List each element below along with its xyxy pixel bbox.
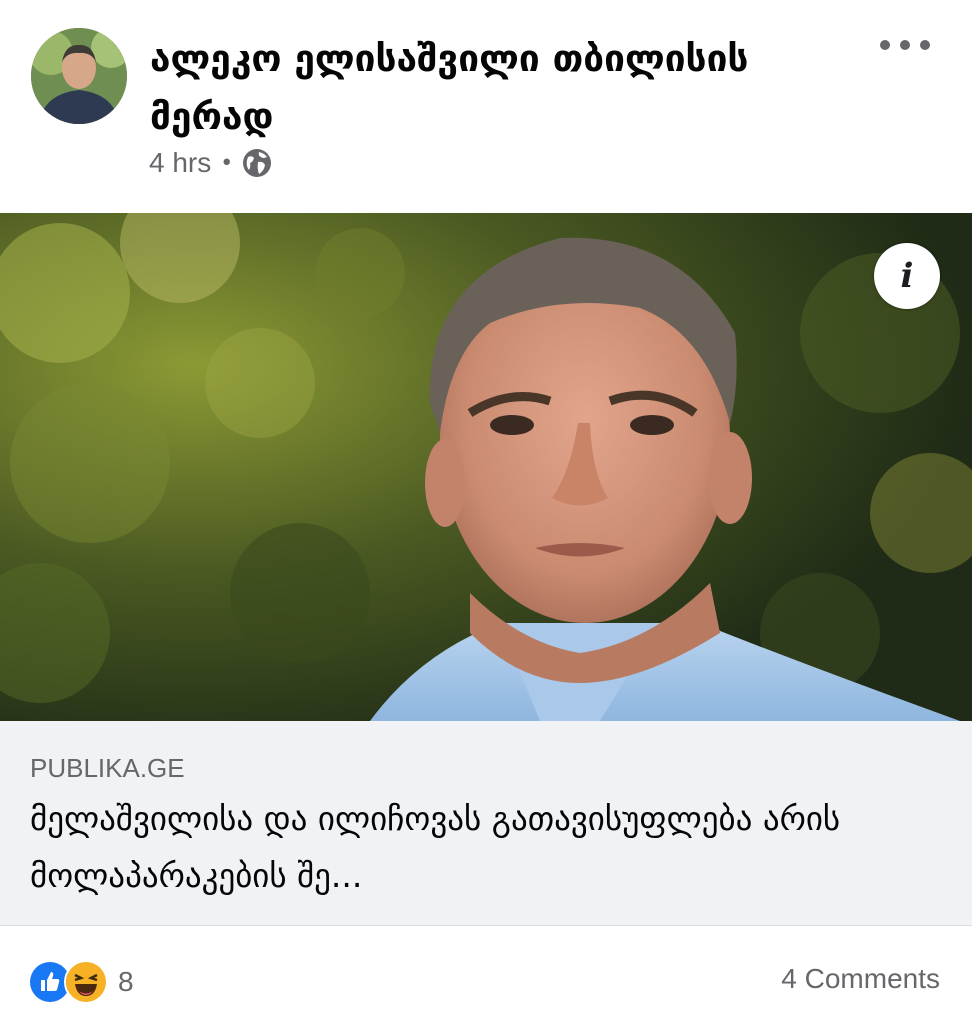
globe-icon (242, 148, 272, 178)
info-icon[interactable]: i (874, 243, 940, 309)
haha-icon (64, 960, 108, 1004)
meta-separator: • (220, 150, 234, 176)
more-dot (900, 40, 910, 50)
comments-count-link[interactable]: 4 Comments (781, 963, 940, 995)
author-name[interactable]: ალეკო ელისაშვილი თბილისის მერად (150, 30, 850, 146)
link-domain: PUBLIKA.GE (30, 753, 185, 783)
link-preview-photo[interactable] (0, 213, 972, 721)
more-options-icon[interactable] (880, 30, 930, 60)
author-avatar[interactable] (31, 28, 127, 124)
link-title[interactable]: მელაშვილისა და ილიჩოვას გათავისუფლება არ… (30, 790, 942, 904)
reaction-count: 8 (118, 966, 134, 997)
post-header: ალეკო ელისაშვილი თბილისის მერად 4 hrs • (0, 0, 972, 213)
post-timestamp[interactable]: 4 hrs (149, 147, 211, 179)
reactions-summary[interactable]: 8 (28, 960, 134, 1004)
more-dot (880, 40, 890, 50)
more-dot (920, 40, 930, 50)
post-meta: 4 hrs • (149, 145, 272, 181)
